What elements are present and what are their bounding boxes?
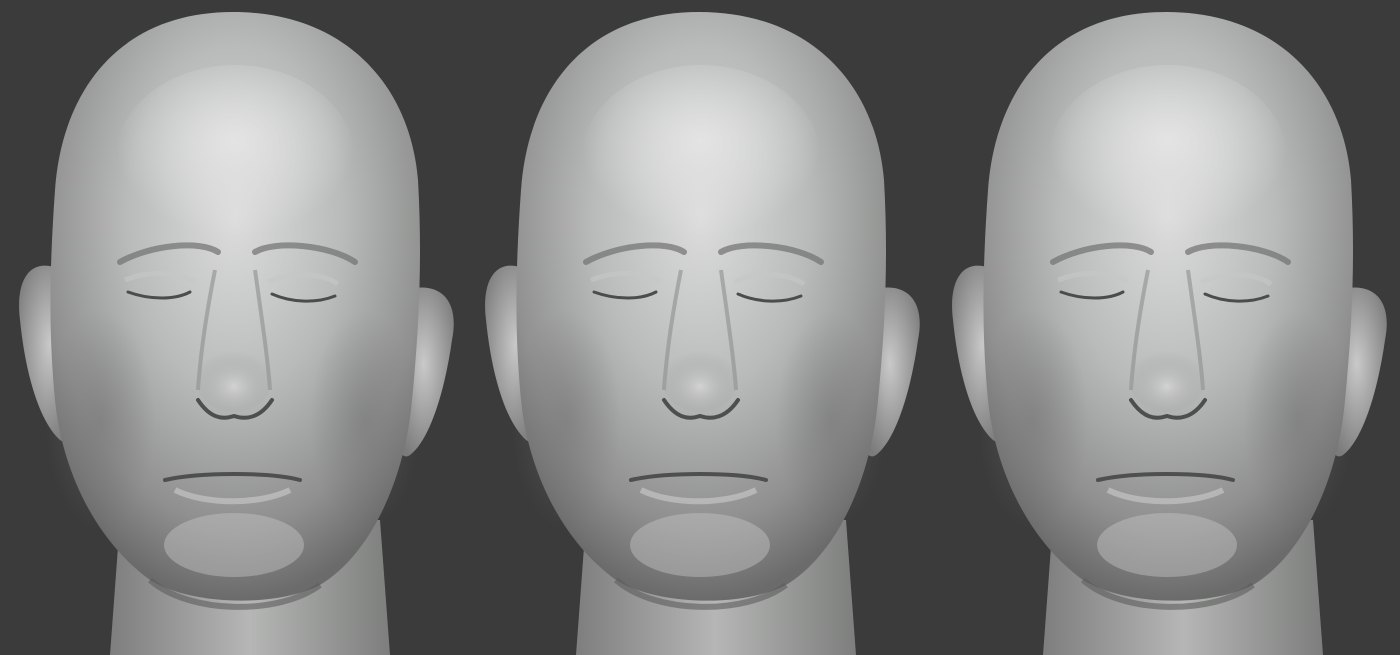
head-render-front-2 xyxy=(466,0,933,655)
head-render-front-3 xyxy=(933,0,1400,655)
head-render-front-1 xyxy=(0,0,467,655)
sculpt-viewport xyxy=(0,0,1400,655)
